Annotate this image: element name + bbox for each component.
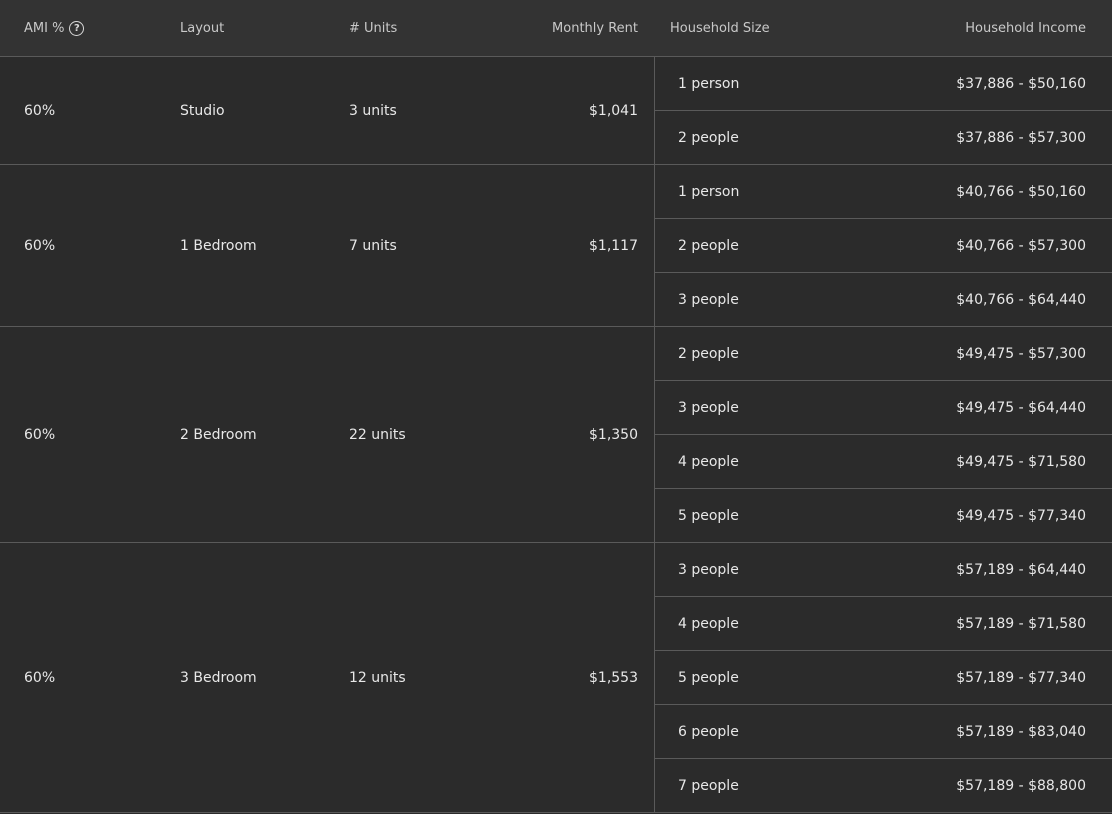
household-row: 5 people $49,475 - $77,340 [655, 489, 1112, 543]
units-value: 22 units [349, 426, 406, 443]
rent-value: $1,117 [589, 237, 638, 254]
rent-value: $1,041 [589, 102, 638, 119]
unit-info: 60% 2 Bedroom 22 units $1,350 [0, 327, 655, 542]
household-size-value: 3 people [678, 292, 739, 308]
household-size-value: 2 people [678, 237, 739, 254]
household-income-value: $40,766 - $64,440 [956, 292, 1086, 308]
household-size-value: 2 people [678, 130, 739, 146]
help-icon[interactable]: ? [69, 21, 85, 36]
household-size-value: 2 people [678, 345, 739, 362]
household-income-value: $40,766 - $50,160 [956, 183, 1086, 200]
rent-value: $1,553 [589, 669, 638, 686]
household-row: 3 people $40,766 - $64,440 [655, 273, 1112, 327]
household-row: 2 people $37,886 - $57,300 [655, 111, 1112, 165]
household-row: 1 person $37,886 - $50,160 [655, 57, 1112, 111]
header-units: # Units [349, 21, 398, 36]
header-household-income: Household Income [965, 21, 1086, 36]
household-size-value: 5 people [678, 669, 739, 686]
ami-value: 60% [24, 669, 56, 686]
rent-value: $1,350 [589, 426, 638, 443]
household-row: 4 people $49,475 - $71,580 [655, 435, 1112, 489]
household-row: 2 people $49,475 - $57,300 [655, 327, 1112, 381]
household-list: 2 people $49,475 - $57,300 3 people $49,475… [655, 327, 1112, 542]
household-row: 2 people $40,766 - $57,300 [655, 219, 1112, 273]
header-ami: AMI %? [24, 21, 85, 36]
layout-value: 3 Bedroom [180, 669, 257, 686]
header-household-size: Household Size [670, 21, 770, 36]
header-ami-label: AMI % [24, 21, 65, 36]
ami-value: 60% [24, 237, 56, 254]
household-income-value: $57,189 - $64,440 [956, 561, 1086, 578]
layout-value: 2 Bedroom [180, 426, 257, 443]
units-value: 3 units [349, 102, 397, 119]
layout-value: 1 Bedroom [180, 237, 257, 254]
household-list: 1 person $37,886 - $50,160 2 people $37,886… [655, 57, 1112, 164]
household-income-value: $57,189 - $88,800 [956, 778, 1086, 794]
household-income-value: $57,189 - $77,340 [956, 669, 1086, 686]
household-size-value: 6 people [678, 723, 739, 740]
table-row: 60% 3 Bedroom 12 units $1,553 3 people $57,18… [0, 543, 1112, 813]
header-layout: Layout [180, 21, 225, 36]
affordability-table: AMI %? Layout # Units Monthly Rent House… [0, 0, 1112, 814]
household-size-value: 4 people [678, 615, 739, 632]
household-row: 3 people $49,475 - $64,440 [655, 381, 1112, 435]
household-row: 4 people $57,189 - $71,580 [655, 597, 1112, 651]
table-header: AMI %? Layout # Units Monthly Rent House… [0, 0, 1112, 57]
household-income-value: $57,189 - $83,040 [956, 723, 1086, 740]
household-income-value: $40,766 - $57,300 [956, 237, 1086, 254]
table-row: 60% Studio 3 units $1,041 1 person $37,886 - … [0, 57, 1112, 165]
household-income-value: $49,475 - $57,300 [956, 345, 1086, 362]
layout-value: Studio [180, 102, 225, 119]
units-value: 7 units [349, 237, 397, 254]
household-income-value: $49,475 - $71,580 [956, 453, 1086, 470]
household-income-value: $57,189 - $71,580 [956, 615, 1086, 632]
household-size-value: 7 people [678, 778, 739, 794]
household-size-value: 4 people [678, 453, 739, 470]
ami-value: 60% [24, 426, 56, 443]
household-list: 1 person $40,766 - $50,160 2 people $40,766… [655, 165, 1112, 326]
units-value: 12 units [349, 669, 406, 686]
header-monthly-rent: Monthly Rent [552, 21, 638, 36]
household-income-value: $37,886 - $50,160 [956, 75, 1086, 92]
ami-value: 60% [24, 102, 56, 119]
household-row: 6 people $57,189 - $83,040 [655, 705, 1112, 759]
household-income-value: $49,475 - $77,340 [956, 508, 1086, 524]
unit-info: 60% 1 Bedroom 7 units $1,117 [0, 165, 655, 326]
unit-info: 60% 3 Bedroom 12 units $1,553 [0, 543, 655, 812]
household-size-value: 1 person [678, 183, 740, 200]
household-income-value: $49,475 - $64,440 [956, 399, 1086, 416]
household-row: 1 person $40,766 - $50,160 [655, 165, 1112, 219]
household-size-value: 5 people [678, 508, 739, 524]
household-size-value: 1 person [678, 75, 740, 92]
household-row: 7 people $57,189 - $88,800 [655, 759, 1112, 813]
table-row: 60% 1 Bedroom 7 units $1,117 1 person $40,766… [0, 165, 1112, 327]
household-income-value: $37,886 - $57,300 [956, 130, 1086, 146]
household-size-value: 3 people [678, 561, 739, 578]
unit-info: 60% Studio 3 units $1,041 [0, 57, 655, 164]
household-list: 3 people $57,189 - $64,440 4 people $57,189… [655, 543, 1112, 812]
table-row: 60% 2 Bedroom 22 units $1,350 2 people $49,47… [0, 327, 1112, 543]
household-row: 5 people $57,189 - $77,340 [655, 651, 1112, 705]
household-row: 3 people $57,189 - $64,440 [655, 543, 1112, 597]
household-size-value: 3 people [678, 399, 739, 416]
